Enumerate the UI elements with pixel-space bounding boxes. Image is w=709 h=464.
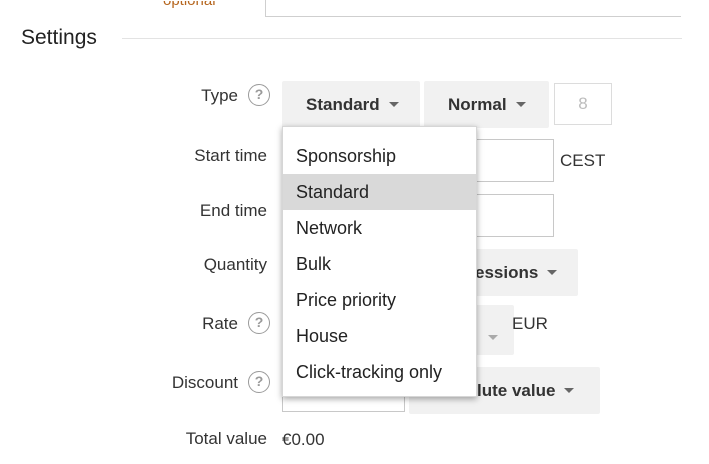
caret-down-icon xyxy=(564,388,575,393)
priority-dropdown-value: Normal xyxy=(448,94,507,114)
priority-dropdown-button[interactable]: Normal xyxy=(424,81,549,128)
section-divider xyxy=(122,38,682,39)
quantity-label: Quantity xyxy=(203,255,267,274)
caret-down-icon xyxy=(488,334,498,340)
caret-down-icon xyxy=(515,102,526,107)
end-time-label: End time xyxy=(199,201,267,220)
previous-field-input[interactable] xyxy=(265,0,681,17)
menu-item-bulk[interactable]: Bulk xyxy=(283,246,476,282)
optional-hint: optional xyxy=(163,1,243,19)
menu-item-click-tracking-only[interactable]: Click-tracking only xyxy=(283,354,476,390)
start-time-input[interactable] xyxy=(470,139,554,182)
caret-down-icon xyxy=(388,102,399,107)
priority-value-input[interactable]: 8 xyxy=(554,83,612,125)
quantity-unit-value: essions xyxy=(475,262,539,282)
discount-type-value: lute value xyxy=(477,380,556,400)
menu-item-network[interactable]: Network xyxy=(283,210,476,246)
timezone-label: CEST xyxy=(560,151,606,170)
menu-item-price-priority[interactable]: Price priority xyxy=(283,282,476,318)
caret-down-icon xyxy=(547,270,558,275)
type-dropdown-value: Standard xyxy=(306,94,380,114)
rate-label: Rate xyxy=(202,314,238,333)
menu-item-standard[interactable]: Standard xyxy=(283,174,476,210)
help-circle-icon[interactable]: ? xyxy=(248,84,270,106)
total-value-amount: €0.00 xyxy=(282,430,325,449)
menu-item-sponsorship[interactable]: Sponsorship xyxy=(283,138,476,174)
help-circle-icon[interactable]: ? xyxy=(248,371,270,393)
discount-label: Discount xyxy=(171,373,238,392)
total-value-label: Total value xyxy=(185,429,267,448)
start-time-label: Start time xyxy=(194,146,267,165)
type-label: Type xyxy=(201,86,238,105)
menu-item-house[interactable]: House xyxy=(283,318,476,354)
help-circle-icon[interactable]: ? xyxy=(248,312,270,334)
type-dropdown-button[interactable]: Standard xyxy=(282,81,420,128)
type-dropdown-menu: Sponsorship Standard Network Bulk Price … xyxy=(282,126,477,397)
end-time-input[interactable] xyxy=(470,194,554,237)
currency-label: EUR xyxy=(512,314,548,333)
section-title: Settings xyxy=(21,26,97,49)
